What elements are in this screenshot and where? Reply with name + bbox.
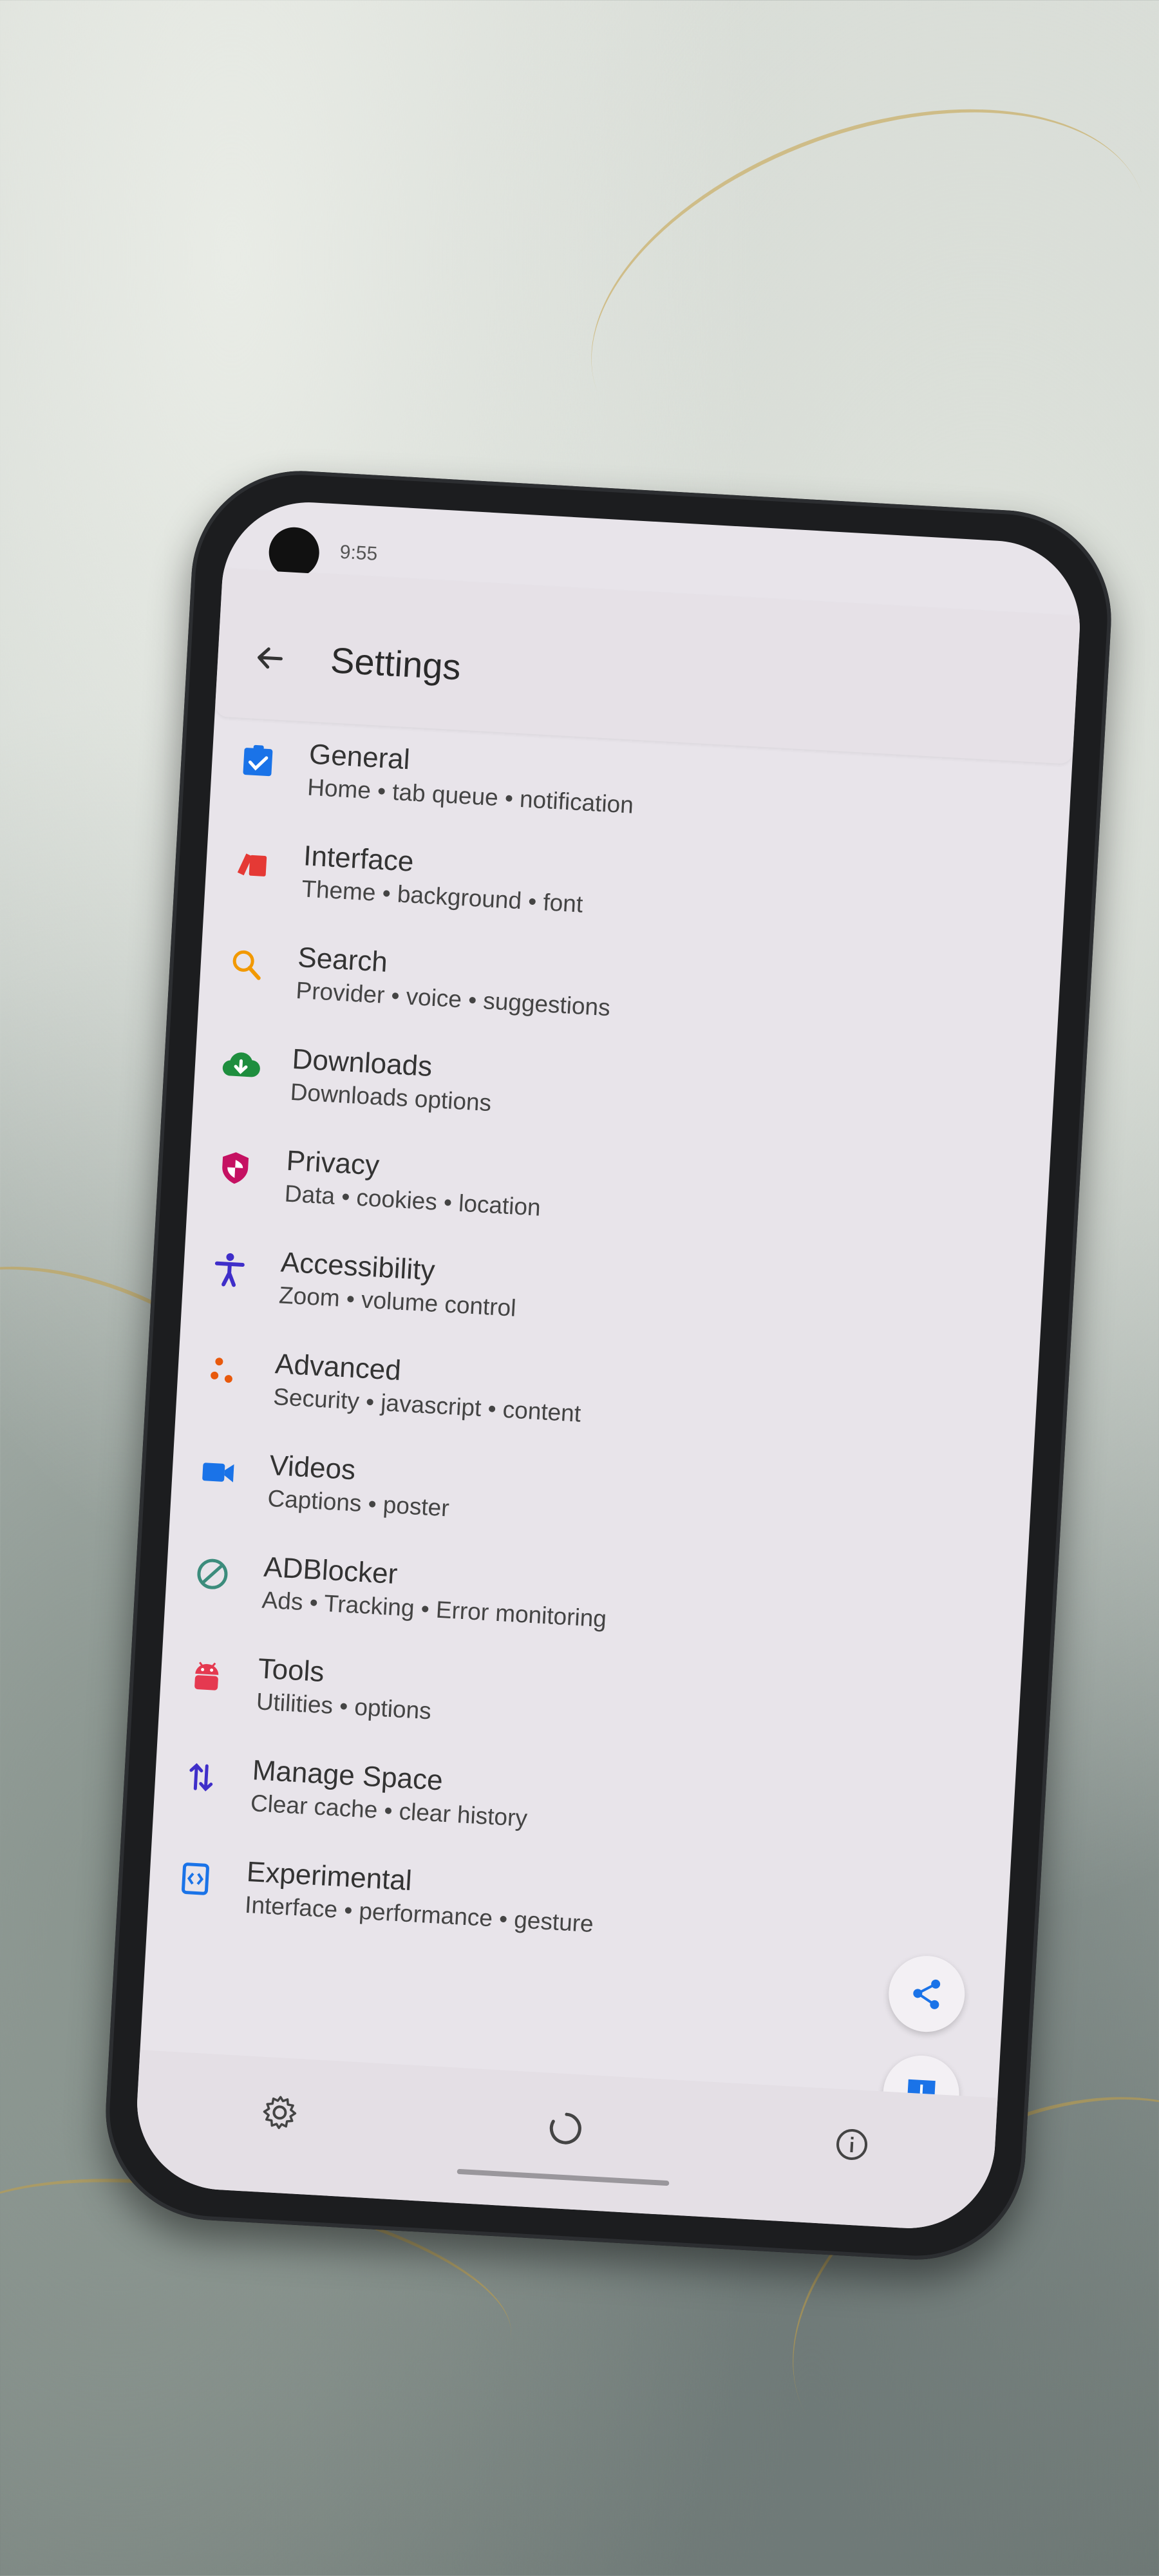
info-icon bbox=[836, 2128, 867, 2160]
item-text: Search Provider • voice • suggestions bbox=[295, 940, 613, 1023]
swap-vert-icon bbox=[180, 1756, 222, 1798]
item-text: General Home • tab queue • notification bbox=[306, 737, 636, 820]
checklist-icon bbox=[237, 740, 279, 782]
item-text: Advanced Security • javascript • content bbox=[272, 1346, 583, 1429]
accessibility-icon bbox=[209, 1248, 250, 1290]
status-time: 9:55 bbox=[339, 541, 379, 565]
arrow-back-icon bbox=[258, 647, 283, 669]
back-button[interactable] bbox=[246, 634, 294, 682]
settings-list: General Home • tab queue • notification … bbox=[146, 719, 1072, 1987]
videocam-icon bbox=[197, 1452, 239, 1493]
item-text: Downloads Downloads options bbox=[290, 1041, 495, 1118]
marble-vein bbox=[541, 39, 1159, 544]
item-text: Videos Captions • poster bbox=[267, 1448, 452, 1524]
phone-device: 9:55 83 Settings bbox=[100, 465, 1117, 2266]
settings-button[interactable] bbox=[253, 2085, 307, 2139]
item-text: Experimental Interface • performance • g… bbox=[244, 1854, 596, 1939]
gear-icon bbox=[263, 2096, 297, 2130]
dots-icon bbox=[203, 1350, 245, 1392]
item-text: Interface Theme • background • font bbox=[301, 838, 585, 919]
item-text: ADBlocker Ads • Tracking • Error monitor… bbox=[261, 1549, 610, 1634]
item-text: Tools Utilities • options bbox=[256, 1651, 434, 1726]
palette-icon bbox=[231, 842, 273, 884]
code-icon bbox=[174, 1858, 216, 1900]
item-text: Privacy Data • cookies • location bbox=[284, 1143, 543, 1223]
progress-spinner-icon bbox=[549, 2112, 581, 2145]
item-text: Manage Space Clear cache • clear history bbox=[250, 1752, 530, 1833]
cloud-download-icon bbox=[220, 1045, 261, 1087]
item-text: Accessibility Zoom • volume control bbox=[278, 1244, 519, 1323]
home-indicator[interactable] bbox=[457, 2168, 670, 2186]
phone-screen: 9:55 83 Settings bbox=[132, 497, 1085, 2233]
bottom-bar bbox=[132, 2050, 998, 2233]
loading-button[interactable] bbox=[539, 2101, 593, 2155]
info-button[interactable] bbox=[825, 2117, 879, 2172]
shield-icon bbox=[214, 1146, 256, 1188]
block-icon bbox=[191, 1553, 233, 1595]
android-icon bbox=[185, 1654, 227, 1696]
page-title: Settings bbox=[329, 639, 462, 688]
share-icon bbox=[913, 1979, 941, 2009]
search-icon bbox=[225, 943, 267, 985]
